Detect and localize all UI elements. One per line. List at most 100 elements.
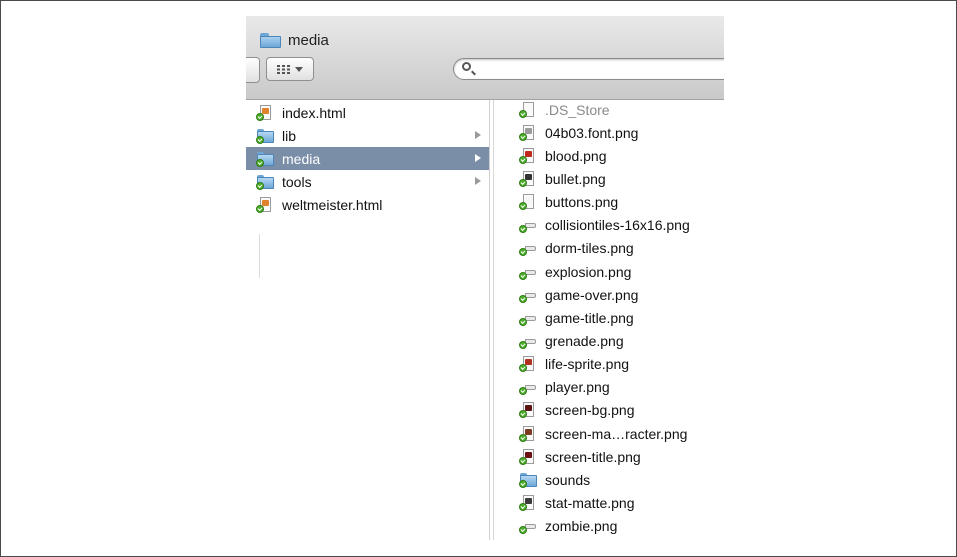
column-resize-handle[interactable] — [259, 234, 260, 278]
folder-icon — [256, 174, 274, 190]
checkmark-icon — [519, 317, 527, 326]
file-name: blood.png — [545, 147, 607, 164]
image-file-icon — [519, 170, 537, 187]
folder-icon — [260, 33, 281, 48]
checkmark-icon — [519, 387, 527, 396]
file-row-explosion-png[interactable]: explosion.png — [494, 260, 724, 283]
search-icon — [462, 62, 471, 71]
file-row-game-title-png[interactable]: game-title.png — [494, 306, 724, 329]
checkmark-icon — [519, 248, 527, 257]
file-row-04b03-font-png[interactable]: 04b03.font.png — [494, 121, 724, 144]
file-row-bullet-png[interactable]: bullet.png — [494, 167, 724, 190]
file-row-game-over-png[interactable]: game-over.png — [494, 283, 724, 306]
file-name: media — [282, 150, 321, 167]
checkmark-icon — [256, 135, 264, 144]
file-row-buttons-png[interactable]: buttons.png — [494, 191, 724, 214]
file-name: grenade.png — [545, 333, 624, 349]
checkmark-icon — [519, 456, 527, 465]
checkmark-icon — [256, 158, 264, 167]
folder-icon — [256, 128, 274, 144]
file-name: game-over.png — [545, 286, 639, 303]
checkmark-icon — [519, 479, 527, 488]
column-browser-column-2: .DS_Store 04b03.font.png blood.png bullet.p… — [493, 100, 724, 540]
file-name: game-title.png — [545, 309, 634, 326]
file-name: sounds — [545, 471, 591, 488]
checkmark-icon — [519, 433, 527, 442]
checkmark-icon — [519, 526, 527, 535]
file-name: player.png — [545, 379, 610, 396]
checkmark-icon — [519, 155, 527, 164]
image-file-icon — [519, 356, 537, 373]
file-row-sounds[interactable]: sounds — [494, 468, 724, 491]
file-row-media[interactable]: media — [246, 147, 489, 171]
checkmark-icon — [519, 294, 527, 303]
image-file-icon — [519, 402, 537, 419]
checkmark-icon — [519, 109, 527, 118]
window-title-label: media — [288, 32, 329, 49]
chevron-right-icon — [475, 177, 481, 186]
chevron-right-icon — [475, 131, 481, 140]
finder-window: media index.html lib media tools weltmeister… — [246, 16, 724, 540]
html-file-icon — [256, 104, 274, 121]
toolbar: media — [246, 16, 724, 100]
chevron-down-icon — [295, 66, 303, 72]
file-row-zombie-png[interactable]: zombie.png — [494, 515, 724, 538]
folder-icon — [519, 472, 537, 488]
file-icon — [519, 101, 537, 118]
file-row-life-sprite-png[interactable]: life-sprite.png — [494, 353, 724, 376]
window-title: media — [260, 32, 329, 49]
file-name: .DS_Store — [545, 101, 610, 118]
file-name: explosion.png — [545, 263, 632, 280]
file-row-stat-matte-png[interactable]: stat-matte.png — [494, 492, 724, 515]
file-name: lib — [282, 127, 297, 144]
checkmark-icon — [519, 503, 527, 512]
file-row-lib[interactable]: lib — [246, 124, 489, 147]
back-button[interactable] — [246, 57, 260, 83]
image-file-icon — [519, 124, 537, 141]
checkmark-icon — [519, 178, 527, 187]
file-row-screen-title-png[interactable]: screen-title.png — [494, 445, 724, 468]
file-row-index-html[interactable]: index.html — [246, 101, 489, 124]
view-options-button[interactable] — [266, 57, 314, 81]
file-name: screen-ma…racter.png — [545, 425, 688, 442]
checkmark-icon — [519, 225, 527, 234]
file-row-weltmeister-html[interactable]: weltmeister.html — [246, 194, 489, 217]
column-browser-column-1: index.html lib media tools weltmeister.html — [246, 100, 490, 540]
image-file-icon — [519, 379, 537, 396]
file-name: screen-title.png — [545, 448, 641, 465]
file-name: dorm-tiles.png — [545, 240, 634, 257]
file-name: zombie.png — [545, 518, 618, 535]
image-file-icon — [519, 425, 537, 442]
checkmark-icon — [519, 341, 527, 349]
file-name: 04b03.font.png — [545, 124, 639, 141]
image-file-icon — [519, 240, 537, 257]
image-file-icon — [519, 333, 537, 349]
html-file-icon — [256, 197, 274, 214]
file-name: screen-bg.png — [545, 402, 635, 419]
chevron-right-icon — [475, 154, 481, 163]
checkmark-icon — [519, 132, 527, 141]
file-name: index.html — [282, 104, 346, 121]
file-row-grenade-png[interactable]: grenade.png — [494, 330, 724, 353]
file-name: buttons.png — [545, 194, 619, 211]
image-file-icon — [519, 518, 537, 535]
file-name: collisiontiles-16x16.png — [545, 217, 690, 234]
file-row-tools[interactable]: tools — [246, 170, 489, 193]
file-row-collisiontiles-16x16-png[interactable]: collisiontiles-16x16.png — [494, 214, 724, 237]
checkmark-icon — [519, 271, 527, 280]
file-name: bullet.png — [545, 170, 606, 187]
figure-frame: media index.html lib media tools weltmeister… — [0, 0, 957, 557]
file-name: tools — [282, 173, 312, 190]
file-row-screen-bg-png[interactable]: screen-bg.png — [494, 399, 724, 422]
file-row-screen-ma-racter-png[interactable]: screen-ma…racter.png — [494, 422, 724, 445]
checkmark-icon — [256, 181, 264, 190]
file-name: stat-matte.png — [545, 495, 635, 512]
file-row-ds-store[interactable]: .DS_Store — [494, 98, 724, 121]
image-file-icon — [519, 194, 537, 211]
search-field[interactable] — [453, 58, 724, 80]
file-row-dorm-tiles-png[interactable]: dorm-tiles.png — [494, 237, 724, 260]
file-row-blood-png[interactable]: blood.png — [494, 144, 724, 167]
image-file-icon — [519, 495, 537, 512]
image-file-icon — [519, 264, 537, 280]
file-row-player-png[interactable]: player.png — [494, 376, 724, 399]
